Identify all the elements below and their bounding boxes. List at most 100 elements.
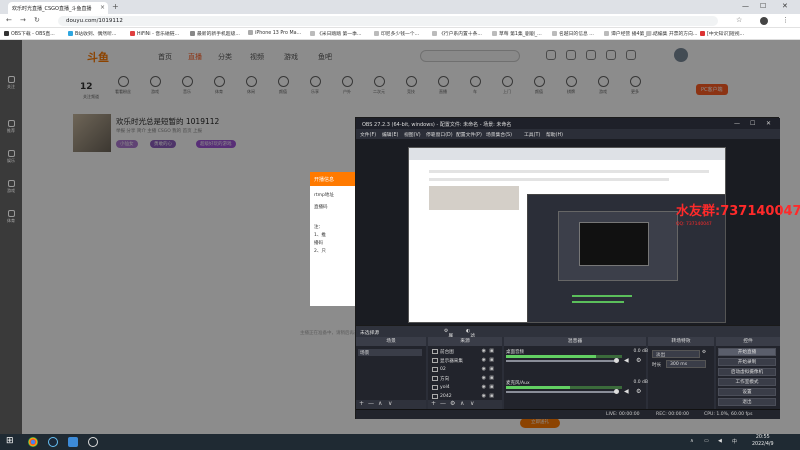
sidebar-item-recommend[interactable]: 推荐 bbox=[3, 120, 19, 134]
profile-icon[interactable] bbox=[760, 17, 768, 25]
bookmark-item[interactable]: 《行户系内置十条... bbox=[432, 30, 482, 37]
filters-button[interactable]: ◐ 滤镜 bbox=[466, 329, 475, 346]
lock-icon: ▣ bbox=[489, 348, 494, 354]
studio-mode-button[interactable]: 工作室模式 bbox=[718, 378, 776, 386]
source-toolbar: 未选择源 ⚙ 属性 ◐ 滤镜 bbox=[356, 325, 780, 346]
ime-indicator[interactable]: 中 bbox=[732, 438, 737, 445]
bookmark-item[interactable]: 最新的新手机超级... bbox=[190, 30, 240, 37]
qq-overlay-small: QQ: 737140047 bbox=[676, 222, 712, 227]
virtual-camera-button[interactable]: 启动虚拟摄像机 bbox=[718, 368, 776, 376]
menu-file[interactable]: 文件(F) bbox=[360, 131, 376, 138]
menu-edit[interactable]: 编辑(E) bbox=[382, 131, 398, 138]
source-item[interactable]: 前台图 ◉ ▣ bbox=[430, 348, 496, 356]
obs-icon[interactable] bbox=[88, 437, 98, 447]
minimize-button[interactable]: — bbox=[742, 2, 749, 10]
speaker-icon[interactable]: ◀ bbox=[624, 388, 629, 395]
add-source-button[interactable]: + bbox=[431, 400, 436, 407]
transition-select[interactable]: 淡出 bbox=[652, 350, 700, 358]
tray-arrow-icon[interactable]: ∧ bbox=[690, 438, 694, 444]
sidebar-item-entertainment[interactable]: 娱乐 bbox=[3, 150, 19, 164]
sources-toolbar: + — ⚙ ∧ ∨ bbox=[428, 400, 502, 409]
volume-slider[interactable] bbox=[506, 391, 618, 393]
tab-close-icon[interactable]: × bbox=[100, 4, 105, 11]
browser-tab[interactable]: 欢乐时光直播_CSGO直播_斗鱼直播 × bbox=[8, 2, 108, 14]
settings-button[interactable]: 设置 bbox=[718, 388, 776, 396]
volume-icon[interactable]: ◀ bbox=[718, 438, 722, 444]
close-window-button[interactable]: ✕ bbox=[782, 2, 788, 10]
clock-date: 2022/4/9 bbox=[752, 441, 774, 447]
obs-close-button[interactable]: ✕ bbox=[766, 120, 771, 127]
maximize-button[interactable]: ☐ bbox=[760, 2, 766, 10]
source-item[interactable]: 02 ◉ ▣ bbox=[430, 366, 496, 374]
source-settings-icon[interactable]: ⚙ bbox=[450, 400, 455, 407]
obs-statusbar: LIVE: 00:00:00 REC: 00:00:00 CPU: 1.0%, … bbox=[356, 409, 780, 419]
bookmark-item[interactable]: HiFiNi - 音乐磁链... bbox=[130, 30, 179, 37]
bookmark-item[interactable]: 草莓 第1集_剧剧_... bbox=[492, 30, 542, 37]
start-streaming-button[interactable]: 开始直播 bbox=[718, 348, 776, 356]
transition-gear-icon[interactable]: ⚙ bbox=[702, 350, 706, 355]
menu-help[interactable]: 帮助(H) bbox=[546, 131, 563, 138]
scene-item[interactable]: 场景 bbox=[358, 349, 422, 356]
source-item[interactable]: yol4 ◉ ▣ bbox=[430, 384, 496, 392]
image-source-icon bbox=[432, 385, 438, 390]
menu-tools[interactable]: 工具(T) bbox=[524, 131, 540, 138]
properties-button[interactable]: ⚙ 属性 bbox=[444, 329, 453, 346]
back-icon[interactable]: ← bbox=[6, 16, 12, 24]
rec-status: REC: 00:00:00 bbox=[656, 412, 689, 417]
text-source-icon bbox=[432, 349, 438, 354]
bookmark-item[interactable]: [中文知识]短视... bbox=[700, 30, 744, 37]
eye-icon: ◉ bbox=[481, 366, 486, 372]
scene-down-button[interactable]: ∨ bbox=[388, 400, 392, 407]
exit-button[interactable]: 退出 bbox=[718, 398, 776, 406]
obs-maximize-button[interactable]: ☐ bbox=[750, 120, 755, 127]
scene-up-button[interactable]: ∧ bbox=[378, 400, 382, 407]
bookmark-item[interactable]: OBS下载 - OBS直... bbox=[4, 30, 55, 37]
windows-start-icon[interactable]: ⊞ bbox=[6, 436, 16, 446]
stream-info-dialog: 开播信息 rtmp地址 直播码 注： 1、推 播码 2、只 bbox=[310, 172, 356, 306]
speaker-icon[interactable]: ◀ bbox=[624, 357, 629, 364]
volume-knob[interactable] bbox=[614, 389, 619, 394]
extension-icon[interactable]: ☆ bbox=[736, 16, 742, 24]
forward-icon[interactable]: → bbox=[20, 16, 26, 24]
chrome-icon[interactable] bbox=[28, 437, 38, 447]
steam-icon[interactable] bbox=[48, 437, 58, 447]
remove-scene-button[interactable]: — bbox=[368, 400, 374, 407]
obs-minimize-button[interactable]: — bbox=[734, 120, 740, 127]
new-tab-button[interactable]: + bbox=[112, 2, 119, 11]
menu-profile[interactable]: 配置文件(P) bbox=[456, 131, 482, 138]
add-scene-button[interactable]: + bbox=[359, 400, 364, 407]
duration-input[interactable]: 300 ms bbox=[666, 360, 706, 368]
meter-fill bbox=[506, 355, 597, 358]
bookmark-item[interactable]: 名越日的信息 ... bbox=[552, 30, 594, 37]
system-clock[interactable]: 20:55 2022/4/9 bbox=[752, 435, 774, 448]
remove-source-button[interactable]: — bbox=[440, 400, 446, 407]
source-up-button[interactable]: ∧ bbox=[460, 400, 464, 407]
start-recording-button[interactable]: 开始录制 bbox=[718, 358, 776, 366]
volume-knob[interactable] bbox=[614, 358, 619, 363]
url-field[interactable]: douyu.com/1019112 bbox=[58, 16, 718, 26]
source-item[interactable]: 显示器采集 ◉ ▣ bbox=[430, 357, 496, 365]
gear-icon[interactable]: ⚙ bbox=[636, 357, 641, 364]
sidebar-item-sports[interactable]: 体育 bbox=[3, 210, 19, 224]
app-icon[interactable] bbox=[68, 437, 78, 447]
menu-view[interactable]: 视图(V) bbox=[404, 131, 421, 138]
bookmark-item[interactable]: 结编集 开票的方向... bbox=[646, 30, 697, 37]
sidebar-item-follow[interactable]: 关注 bbox=[3, 76, 19, 90]
obs-preview[interactable] bbox=[356, 139, 780, 325]
source-down-button[interactable]: ∨ bbox=[470, 400, 474, 407]
obs-title: OBS 27.2.3 (64-bit, windows) - 配置文件: 未命名… bbox=[356, 118, 780, 129]
bookmark-item[interactable]: 印尼多少钱一个... bbox=[374, 30, 419, 37]
bookmark-item[interactable]: iPhone 13 Pro Ma... bbox=[248, 30, 301, 36]
gear-icon[interactable]: ⚙ bbox=[636, 388, 641, 395]
sidebar-item-game[interactable]: 游戏 bbox=[3, 180, 19, 194]
network-icon[interactable]: ▭ bbox=[704, 438, 709, 444]
bookmark-item[interactable]: B站收到、偶然听... bbox=[68, 30, 116, 37]
bookmark-item[interactable]: 《米日踏踏 第一季... bbox=[310, 30, 361, 37]
volume-slider[interactable] bbox=[506, 360, 618, 362]
tab-title: 欢乐时光直播_CSGO直播_斗鱼直播 bbox=[12, 6, 92, 12]
menu-icon[interactable]: ⋮ bbox=[782, 16, 789, 24]
menu-scene-collection[interactable]: 场景集合(S) bbox=[486, 131, 512, 138]
reload-icon[interactable]: ↻ bbox=[34, 16, 40, 24]
source-item[interactable]: 方向 ◉ ▣ bbox=[430, 375, 496, 383]
menu-docks[interactable]: 停靠窗口(D) bbox=[426, 131, 453, 138]
